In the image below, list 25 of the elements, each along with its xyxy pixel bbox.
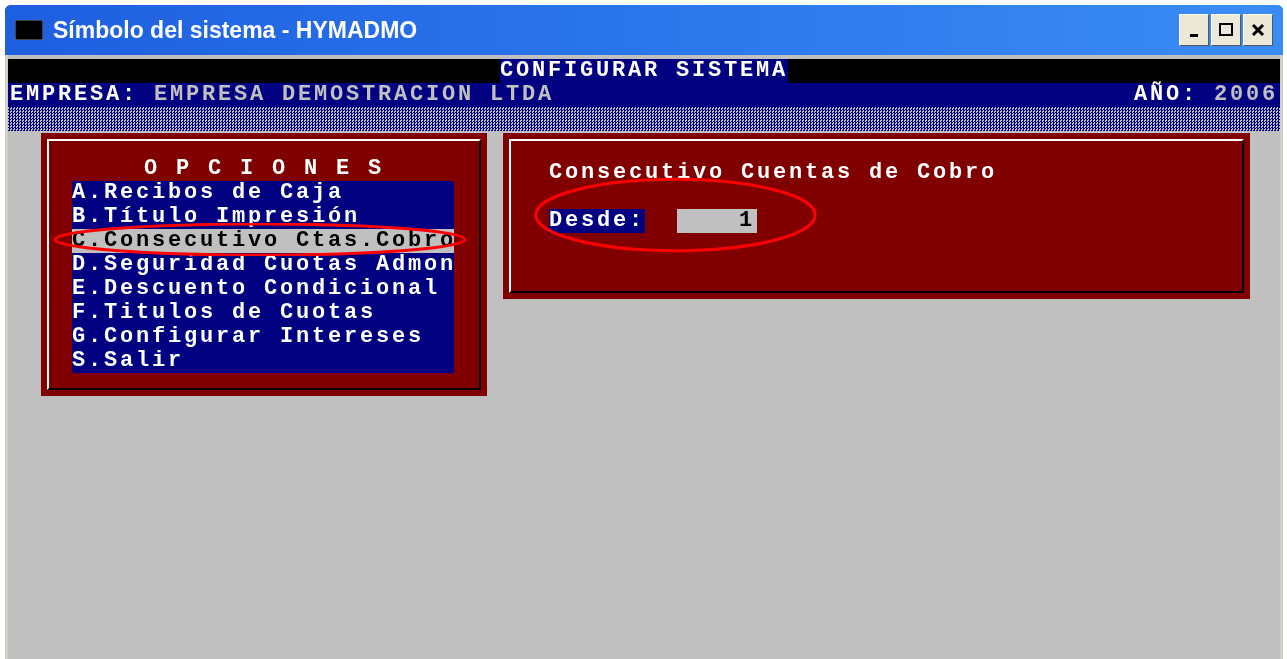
minimize-button[interactable] bbox=[1179, 14, 1209, 46]
menu-item[interactable]: F.Titulos de Cuotas bbox=[72, 301, 454, 325]
menu-item[interactable]: E.Descuento Condicional bbox=[72, 277, 454, 301]
maximize-button[interactable] bbox=[1211, 14, 1241, 46]
form-title: Consecutivo Cuentas de Cobro bbox=[549, 161, 999, 185]
window-title: Símbolo del sistema - HYMADMO bbox=[53, 15, 418, 45]
screen-title: CONFIGURAR SISTEMA bbox=[499, 59, 788, 83]
company-name: EMPRESA DEMOSTRACION LTDA bbox=[154, 83, 555, 107]
year-label: AÑO: bbox=[1133, 83, 1198, 107]
menu-item[interactable]: A.Recibos de Caja bbox=[72, 181, 454, 205]
year-value: 2006 bbox=[1214, 83, 1278, 107]
menu-item[interactable]: B.Título Impresión bbox=[72, 205, 454, 229]
console-icon bbox=[15, 20, 43, 40]
close-button[interactable] bbox=[1243, 14, 1273, 46]
menu-item[interactable]: D.Seguridad Cuotas Admon bbox=[72, 253, 454, 277]
menu-title: O P C I O N E S bbox=[143, 157, 384, 181]
minimize-icon bbox=[1190, 33, 1198, 37]
company-label: EMPRESA: bbox=[10, 83, 139, 107]
field-label: Desde: bbox=[549, 209, 645, 233]
maximize-icon bbox=[1218, 22, 1234, 38]
menu-item[interactable]: C.Consecutivo Ctas.Cobro bbox=[72, 229, 454, 253]
close-icon bbox=[1250, 22, 1266, 38]
menu-item[interactable]: S.Salir bbox=[72, 349, 454, 373]
input-field[interactable]: 1 bbox=[677, 209, 757, 233]
menu-item[interactable]: G.Configurar Intereses bbox=[72, 325, 454, 349]
